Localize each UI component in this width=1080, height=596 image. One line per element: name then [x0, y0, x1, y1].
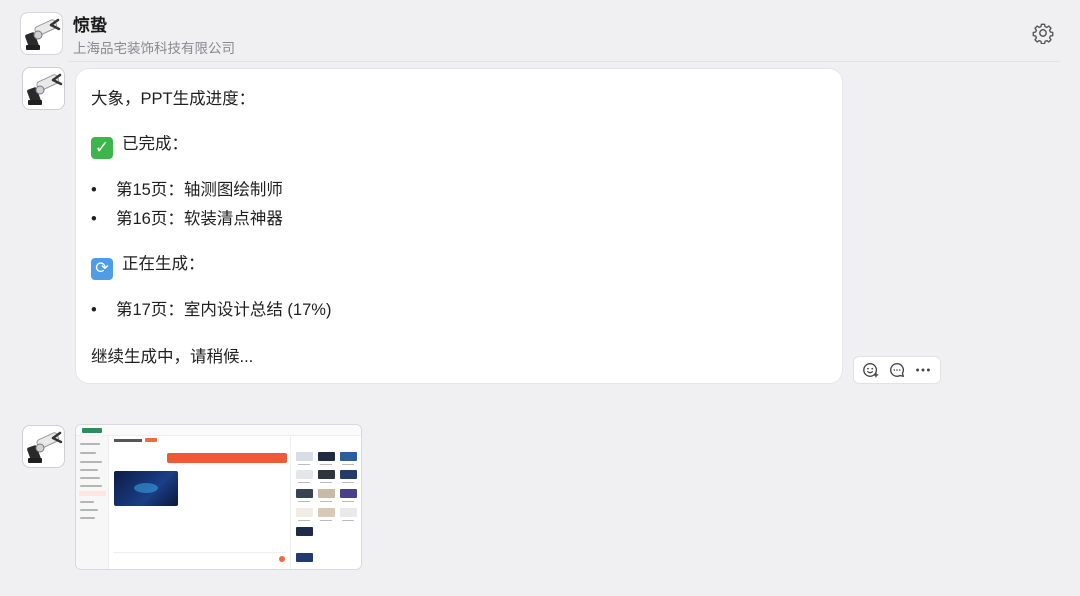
list-item: • 第17页：室内设计总结 (17%): [91, 296, 331, 320]
reply-button[interactable]: [886, 359, 908, 381]
screenshot-attachment[interactable]: [75, 424, 362, 570]
refresh-icon: ⟳: [91, 258, 113, 280]
message-action-bar: [853, 356, 941, 384]
thumb-input: [113, 552, 286, 567]
check-mark-icon: ✓: [91, 137, 113, 159]
progress-item-text: 第17页：室内设计总结 (17%): [116, 301, 332, 319]
settings-button[interactable]: [1030, 20, 1056, 46]
add-reaction-button[interactable]: [860, 359, 882, 381]
more-button[interactable]: [912, 359, 934, 381]
add-reaction-icon: [863, 363, 879, 378]
reply-icon: [890, 363, 905, 377]
header-divider: [68, 61, 1060, 62]
done-item-text: 第15页：轴测图绘制师: [116, 181, 283, 199]
bullet-icon: •: [91, 301, 97, 319]
more-icon: [916, 368, 930, 372]
message-bubble[interactable]: 大象，PPT生成进度： ✓ 已完成： • 第15页：轴测图绘制师 • 第16页：软装清…: [75, 68, 843, 384]
done-section-heading: ✓ 已完成：: [91, 130, 188, 159]
progress-heading-text: 正在生成：: [122, 255, 205, 273]
thumb-sidebar: [76, 436, 109, 569]
message-avatar[interactable]: [22, 67, 65, 110]
thumb-logo: [82, 428, 102, 433]
message-footer: 继续生成中，请稍候...: [91, 348, 254, 366]
message-avatar[interactable]: [22, 425, 65, 468]
bot-avatar[interactable]: [20, 12, 63, 55]
bot-organization: 上海品宅装饰科技有限公司: [73, 41, 235, 56]
bullet-icon: •: [91, 210, 97, 228]
gear-icon: [1032, 23, 1054, 44]
done-heading-text: 已完成：: [122, 135, 188, 153]
progress-section-heading: ⟳ 正在生成：: [91, 250, 205, 280]
robot-arm-icon: [27, 73, 63, 105]
bullet-icon: •: [91, 181, 97, 199]
list-item: • 第16页：软装清点神器: [91, 205, 283, 229]
thumb-template-panel: [290, 436, 361, 569]
robot-arm-icon: [25, 18, 61, 50]
chat-header: 惊蛰 上海品宅装饰科技有限公司: [0, 0, 1080, 62]
robot-arm-icon: [27, 431, 63, 463]
bot-name: 惊蛰: [73, 16, 107, 35]
thumb-title: [114, 439, 142, 442]
message-greeting: 大象，PPT生成进度：: [91, 90, 256, 108]
list-item: • 第15页：轴测图绘制师: [91, 176, 283, 200]
thumb-main: [109, 436, 290, 569]
thumb-slide-preview: [114, 471, 178, 506]
thumb-user-message: [167, 453, 287, 463]
thumb-topbar: [76, 425, 361, 436]
done-item-text: 第16页：软装清点神器: [116, 210, 283, 228]
